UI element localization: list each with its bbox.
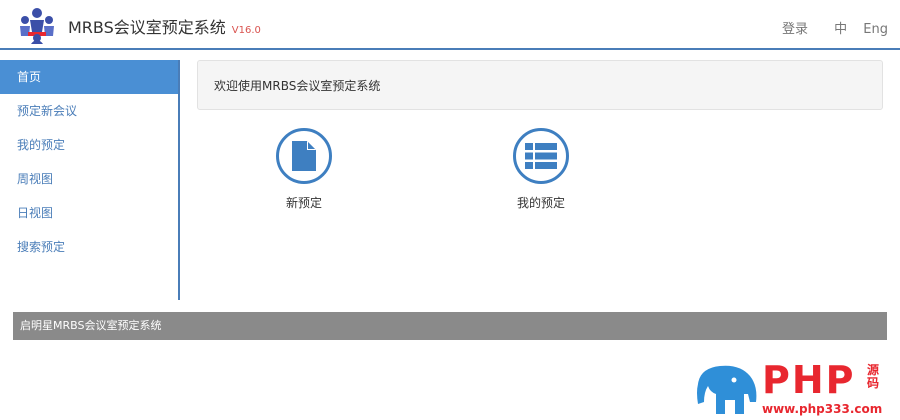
my-bookings-label[interactable]: 我的预定 bbox=[481, 194, 601, 211]
new-booking-label[interactable]: 新预定 bbox=[244, 194, 364, 211]
list-icon bbox=[525, 143, 557, 169]
header-actions: 登录 中 Eng bbox=[760, 18, 888, 37]
sidebar: 首页 预定新会议 我的预定 周视图 日视图 搜索预定 bbox=[0, 60, 180, 300]
meeting-logo-icon bbox=[20, 8, 54, 44]
sidebar-item-day-view[interactable]: 日视图 bbox=[0, 196, 178, 230]
welcome-panel: 欢迎使用MRBS会议室预定系统 bbox=[197, 60, 883, 110]
watermark: PHP 源码 www.php333.com bbox=[690, 358, 895, 418]
lang-en-link[interactable]: Eng bbox=[863, 22, 888, 37]
elephant-logo-icon bbox=[697, 365, 757, 414]
new-booking-circle[interactable] bbox=[276, 128, 332, 184]
app-title: MRBS会议室预定系统 V16.0 bbox=[68, 14, 261, 38]
sidebar-item-week-view[interactable]: 周视图 bbox=[0, 162, 178, 196]
watermark-brand: PHP bbox=[762, 358, 856, 402]
new-booking-tile[interactable]: 新预定 bbox=[244, 128, 364, 211]
page-footer: 启明星MRBS会议室预定系统 bbox=[13, 312, 887, 340]
app-title-text: MRBS会议室预定系统 bbox=[68, 18, 226, 37]
sidebar-item-my-bookings[interactable]: 我的预定 bbox=[0, 128, 178, 162]
sidebar-item-home[interactable]: 首页 bbox=[0, 60, 178, 94]
sidebar-item-new-booking[interactable]: 预定新会议 bbox=[0, 94, 178, 128]
sidebar-item-search[interactable]: 搜索预定 bbox=[0, 230, 178, 264]
my-bookings-tile[interactable]: 我的预定 bbox=[481, 128, 601, 211]
app-header: MRBS会议室预定系统 V16.0 登录 中 Eng bbox=[0, 0, 900, 50]
app-version: V16.0 bbox=[231, 25, 261, 36]
login-link[interactable]: 登录 bbox=[782, 22, 808, 37]
file-icon bbox=[292, 141, 316, 171]
my-bookings-circle[interactable] bbox=[513, 128, 569, 184]
watermark-url: www.php333.com bbox=[762, 402, 883, 416]
lang-zh-link[interactable]: 中 bbox=[834, 22, 847, 37]
watermark-suffix: 源码 bbox=[867, 363, 880, 390]
